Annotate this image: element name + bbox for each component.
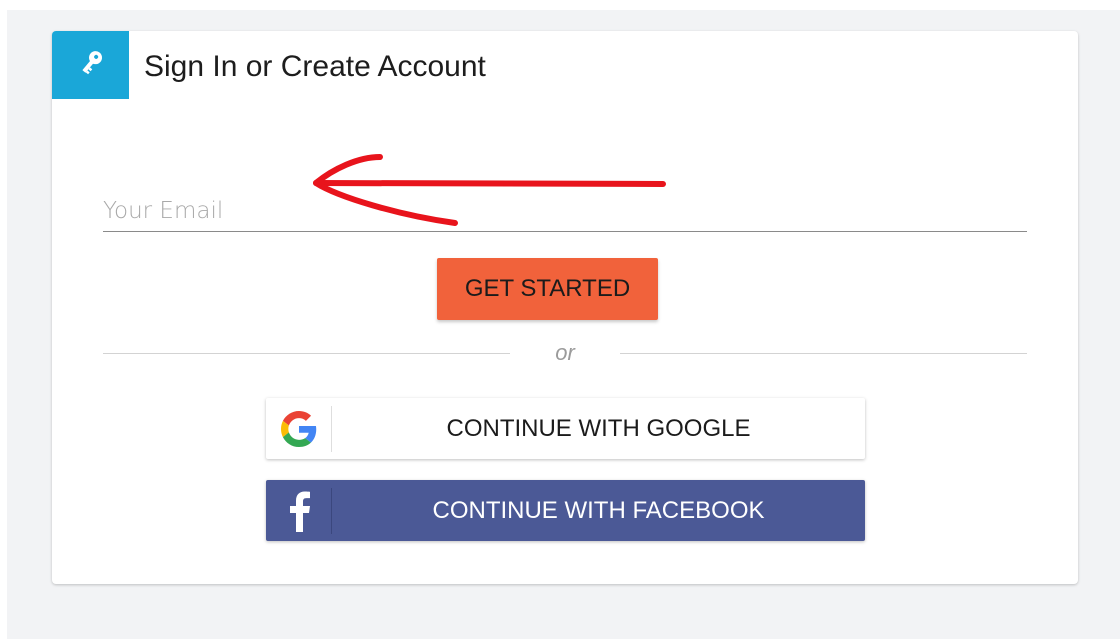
divider-or-text: or [555,340,575,365]
card-title: Sign In or Create Account [144,50,486,83]
get-started-button[interactable]: GET STARTED [437,258,658,320]
continue-with-facebook-button[interactable]: CONTINUE WITH FACEBOOK [266,480,865,541]
key-icon [76,48,106,83]
facebook-button-label: CONTINUE WITH FACEBOOK [432,496,765,524]
key-badge [52,31,129,99]
facebook-icon [266,480,331,541]
red-arrow-icon [308,151,668,236]
continue-with-google-button[interactable]: CONTINUE WITH GOOGLE [266,398,865,459]
sign-in-card: Sign In or Create Account GET STARTED or… [52,31,1078,584]
divider-left [103,353,510,354]
google-button-label: CONTINUE WITH GOOGLE [446,414,751,442]
google-icon [266,398,331,459]
divider-right [620,353,1027,354]
